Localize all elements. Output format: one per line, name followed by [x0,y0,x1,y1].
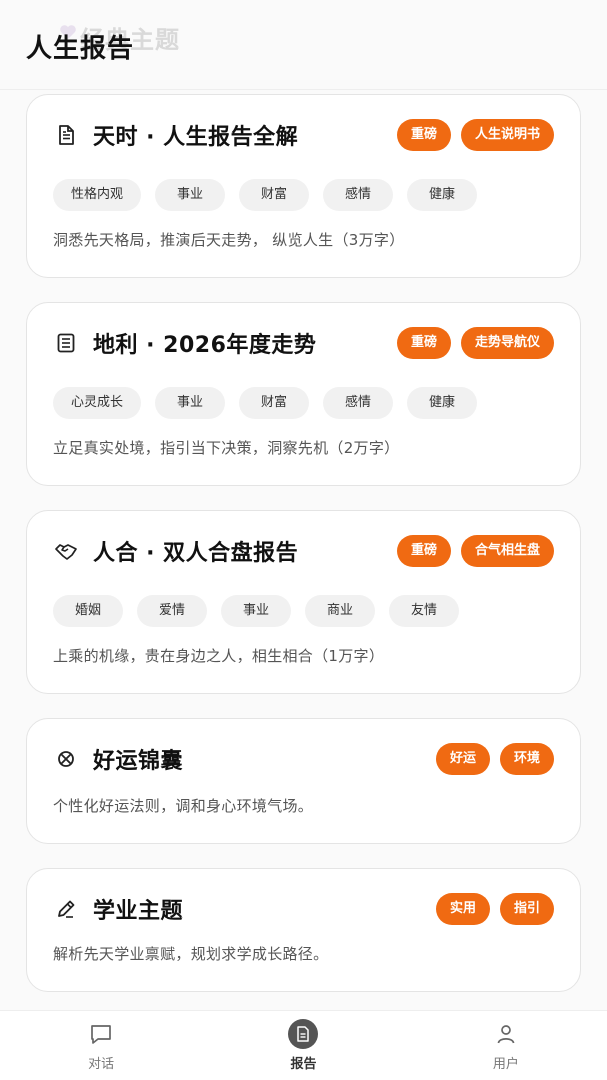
tag: 健康 [407,179,478,211]
tag: 性格内观 [53,179,142,211]
header: 经典主题 人生报告 [0,0,607,90]
report-card-pair[interactable]: 人合 · 双人合盘报告 重磅 合气相生盘 婚姻 爱情 事业 商业 友情 上乘的机… [26,510,581,694]
tab-report[interactable]: 报告 [202,1011,404,1080]
card-description: 解析先天学业禀赋，规划求学成长路径。 [53,945,329,963]
report-card-study[interactable]: 学业主题 实用 指引 解析先天学业禀赋，规划求学成长路径。 [26,868,581,992]
clover-icon [53,746,79,772]
bottom-tab-bar: 对话 报告 用户 [0,1010,607,1080]
badge: 指引 [499,893,554,925]
badge: 重磅 [396,119,451,151]
tag: 财富 [239,179,310,211]
handshake-icon [53,538,79,564]
report-card-luck[interactable]: 好运锦囊 好运 环境 个性化好运法则，调和身心环境气场。 [26,718,581,844]
card-title: 人合 · 双人合盘报告 [93,541,299,566]
tag: 商业 [305,595,375,627]
tab-chat[interactable]: 对话 [0,1011,202,1080]
page-title: 人生报告 [26,34,135,64]
tab-label: 报告 [290,1057,317,1072]
tag: 事业 [221,595,291,627]
card-description: 个性化好运法则，调和身心环境气场。 [53,797,314,815]
tab-user[interactable]: 用户 [405,1011,607,1080]
pencil-icon [53,896,79,922]
document-icon [53,122,79,148]
badge: 重磅 [396,535,451,567]
badge: 重磅 [396,327,451,359]
report-card-life[interactable]: 天时 · 人生报告全解 重磅 人生说明书 性格内观 事业 财富 感情 健康 洞悉… [26,94,581,278]
tag: 友情 [389,595,459,627]
tag: 事业 [155,179,226,211]
user-icon [491,1019,521,1049]
tag: 爱情 [137,595,207,627]
card-title: 地利 · 2026年度走势 [93,333,317,358]
card-title: 天时 · 人生报告全解 [93,125,299,150]
list-doc-icon [53,330,79,356]
tag: 健康 [407,387,478,419]
badge: 实用 [435,893,490,925]
card-description: 洞悉先天格局，推演后天走势， 纵览人生（3万字） [53,231,405,249]
tab-label: 用户 [492,1057,519,1072]
chat-icon [86,1019,116,1049]
tag: 财富 [239,387,310,419]
tab-label: 对话 [88,1057,115,1072]
tag: 心灵成长 [53,387,142,419]
tag: 婚姻 [53,595,123,627]
badge: 合气相生盘 [460,535,554,567]
tag: 事业 [155,387,226,419]
card-title: 好运锦囊 [93,749,184,774]
report-icon [288,1019,319,1049]
badge: 人生说明书 [460,119,554,151]
tag: 感情 [323,179,394,211]
report-card-annual[interactable]: 地利 · 2026年度走势 重磅 走势导航仪 心灵成长 事业 财富 感情 健康 … [26,302,581,486]
card-title: 学业主题 [93,899,184,924]
badge: 走势导航仪 [460,327,554,359]
badge: 好运 [435,743,490,775]
badge: 环境 [499,743,554,775]
tag: 感情 [323,387,394,419]
card-description: 立足真实处境，指引当下决策，洞察先机（2万字） [53,439,400,457]
card-description: 上乘的机缘，贵在身边之人，相生相合（1万字） [53,647,385,665]
